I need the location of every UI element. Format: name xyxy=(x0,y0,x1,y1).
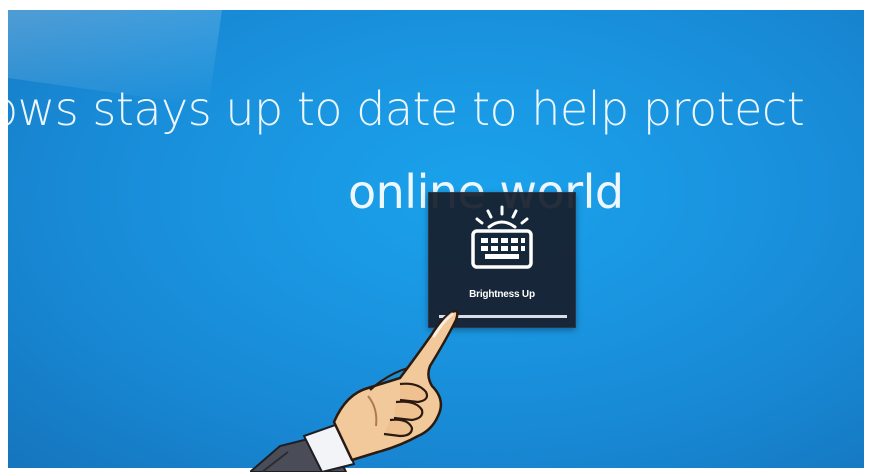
photo-frame: ows stays up to date to help protect onl… xyxy=(0,0,870,472)
pointing-hand-icon xyxy=(250,309,459,472)
update-headline: ows stays up to date to help protect xyxy=(8,82,805,136)
keyboard-backlight-icon xyxy=(471,205,533,269)
